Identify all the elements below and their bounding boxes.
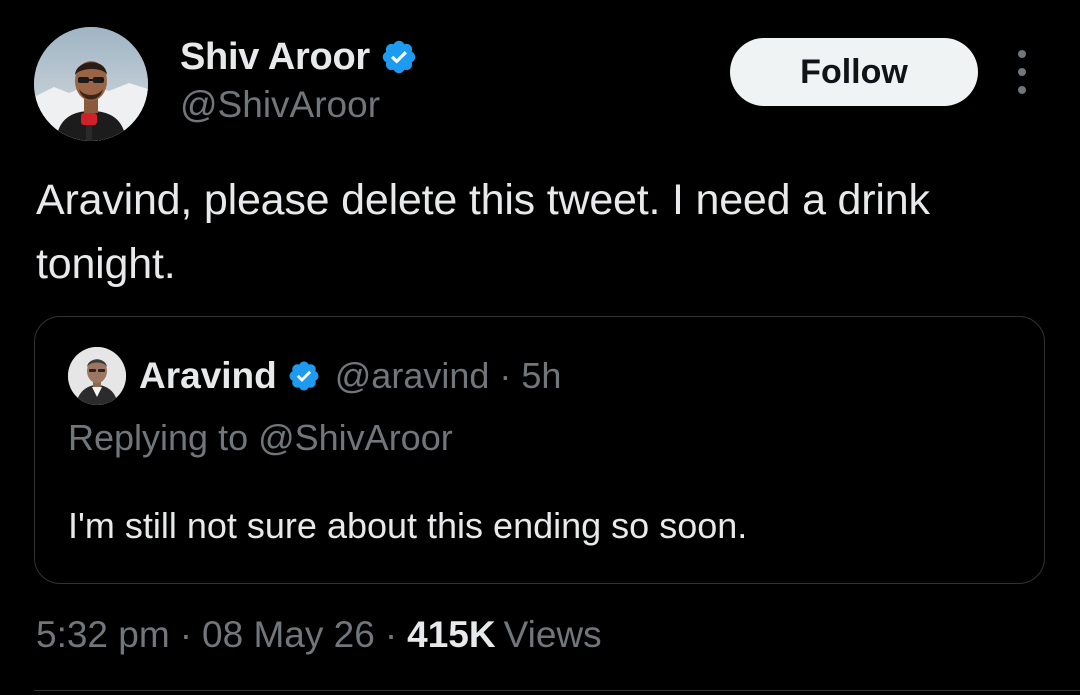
quoted-author-avatar[interactable] — [68, 347, 126, 405]
tweet-text: Aravind, please delete this tweet. I nee… — [36, 176, 930, 288]
more-dot — [1018, 86, 1026, 94]
tweet: Shiv Aroor @ShivAroor Follow Aravind, pl… — [0, 0, 1080, 695]
quoted-author-handle[interactable]: @aravind — [335, 355, 490, 397]
divider — [34, 690, 1080, 691]
quoted-timestamp[interactable]: 5h — [521, 355, 561, 397]
tweet-meta: 5:32 pm · 08 May 26 · 415K Views — [36, 610, 602, 660]
verified-badge-icon — [380, 38, 418, 76]
quoted-replying-to: Replying to @ShivAroor — [68, 417, 453, 458]
avatar-photo — [34, 27, 148, 141]
author-handle[interactable]: @ShivAroor — [180, 84, 380, 126]
quoted-author-name[interactable]: Aravind — [139, 355, 277, 397]
quoted-text: I'm still not sure about this ending so … — [68, 505, 748, 546]
quoted-separator: · — [499, 355, 512, 396]
quoted-tweet[interactable]: Aravind @aravind · 5h Replying to @ShivA… — [34, 316, 1045, 584]
author-name-row: Shiv Aroor — [180, 34, 418, 80]
quoted-avatar-photo — [68, 347, 126, 405]
more-dot — [1018, 50, 1026, 58]
more-icon[interactable] — [1004, 50, 1040, 94]
more-dot — [1018, 68, 1026, 76]
tweet-time[interactable]: 5:32 pm — [36, 614, 170, 656]
meta-separator: · — [179, 614, 193, 655]
quoted-header: Aravind @aravind · 5h — [139, 351, 561, 401]
quoted-verified-badge-icon — [287, 359, 321, 393]
views-label: Views — [503, 614, 602, 655]
meta-separator: · — [384, 614, 398, 655]
views-count: 415K — [407, 614, 496, 655]
tweet-date[interactable]: 08 May 26 — [202, 614, 375, 656]
author-name[interactable]: Shiv Aroor — [180, 36, 370, 79]
follow-button[interactable]: Follow — [730, 38, 978, 106]
author-avatar[interactable] — [34, 27, 148, 141]
